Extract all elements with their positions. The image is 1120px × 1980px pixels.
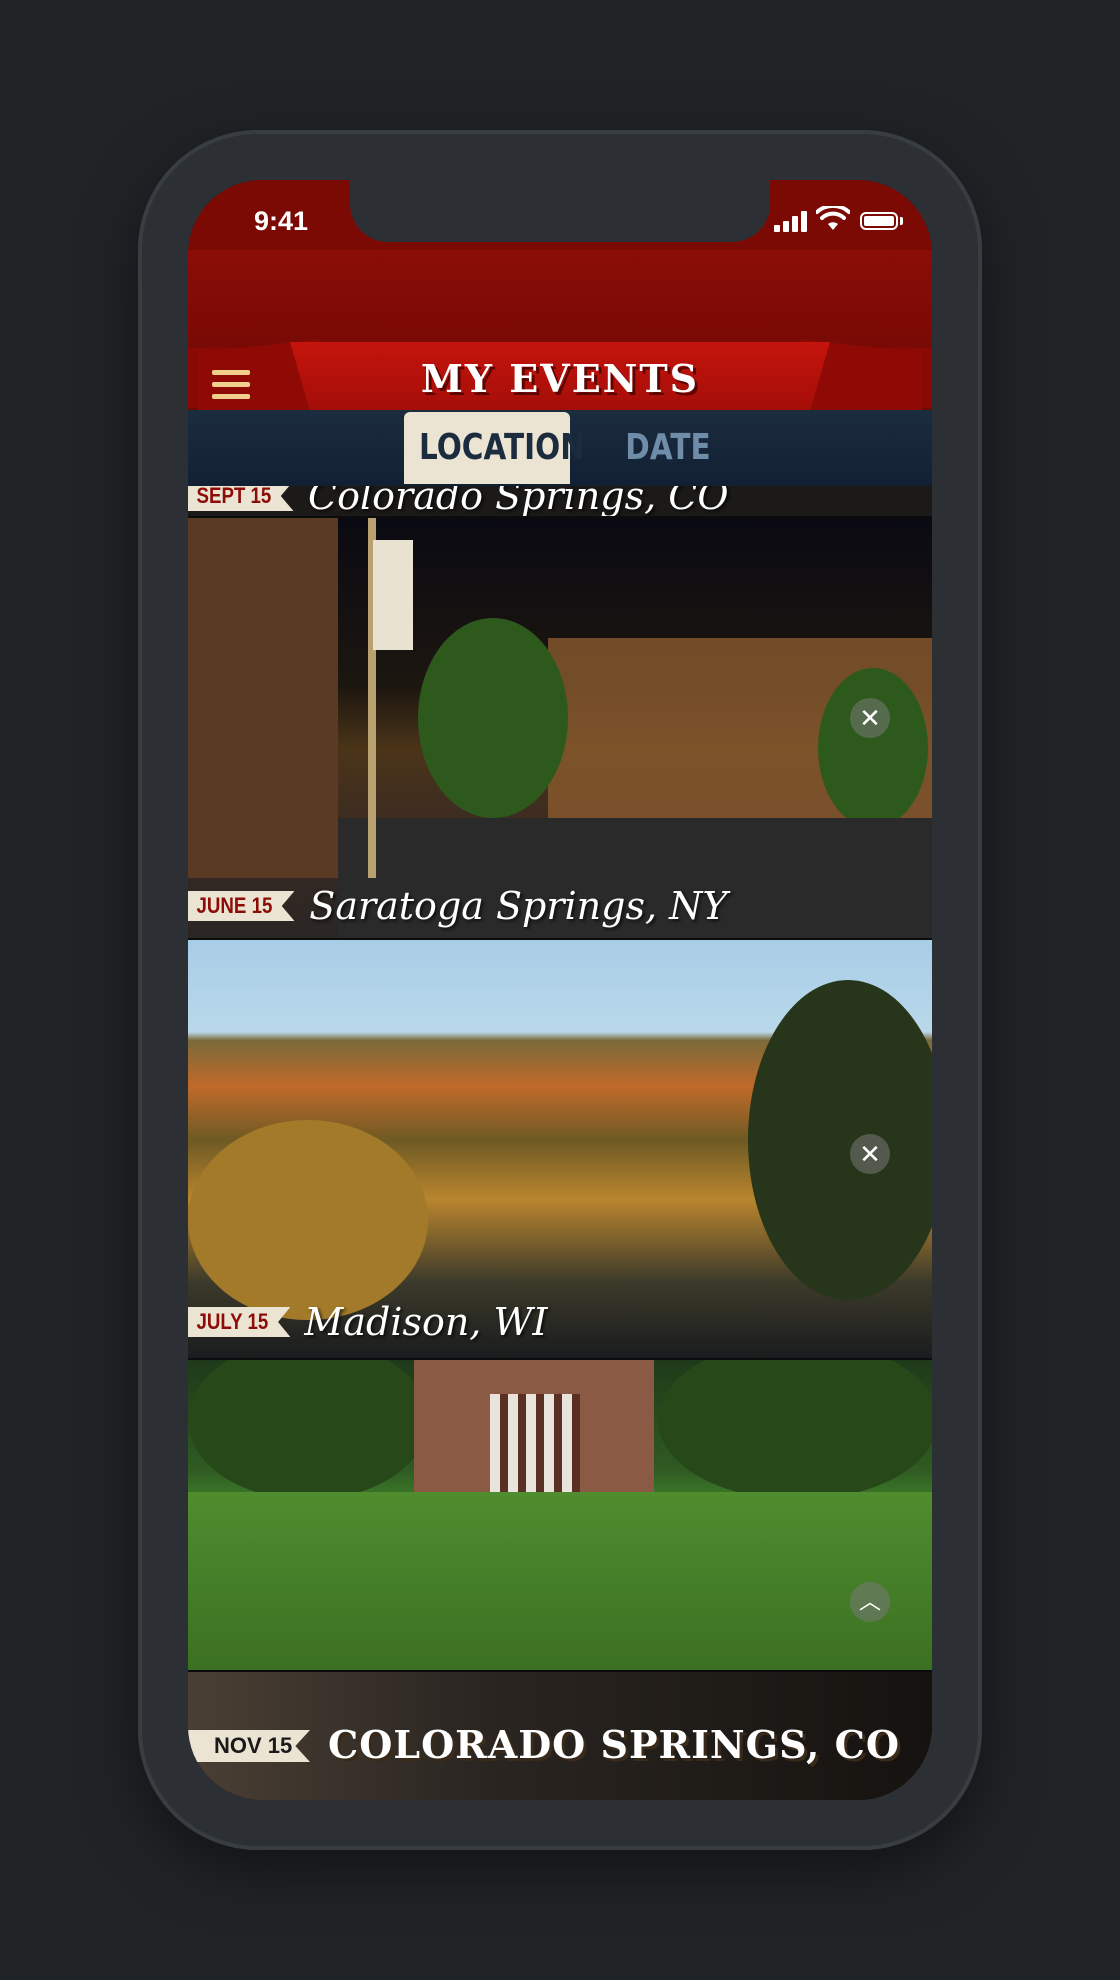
event-date-tag: NOV 15 [188,1730,310,1762]
close-icon[interactable]: ✕ [850,698,890,738]
close-icon[interactable]: ✕ [850,1134,890,1174]
event-label: SEPT 15 Colorado Springs, CO [188,486,729,516]
notch [350,180,770,242]
roadside-tree [748,980,932,1300]
event-card-partial[interactable]: SEPT 15 Colorado Springs, CO [188,486,932,516]
battery-icon [860,212,898,230]
building-left [188,518,338,878]
app-header: MY EVENTS [188,250,932,423]
street-tree [418,618,568,818]
street-tree [818,668,928,828]
hamburger-menu-icon[interactable] [212,370,250,400]
app-screen: 9:41 MY EVENTS LOCATION DATE SEPT 15 Col… [188,180,932,1800]
battery-tip [900,217,903,225]
tab-date[interactable]: DATE [611,412,726,484]
status-bar: 9:41 [188,180,932,250]
wifi-icon [816,206,850,230]
event-label: JULY 15 Madison, WI [188,1300,548,1344]
page-title: MY EVENTS [420,356,700,401]
status-time: 9:41 [254,206,309,236]
campus-tree [188,1360,428,1500]
street-banner [373,540,413,650]
event-place: Saratoga Springs, NY [309,884,728,928]
event-place: Colorado Springs, CO [308,486,729,516]
event-card-saratoga[interactable]: ✕ JUNE 15 Saratoga Springs, NY [188,518,932,938]
events-list[interactable]: SEPT 15 Colorado Springs, CO ✕ JUNE 15 S… [188,486,932,1800]
event-date-tag: JUNE 15 [188,891,295,921]
event-card-madison[interactable]: ✕ JULY 15 Madison, WI [188,940,932,1358]
lawn [188,1492,932,1670]
chevron-up-icon[interactable]: ︿ [850,1582,890,1622]
event-date-tag: SEPT 15 [188,486,294,511]
campus-tree [658,1360,932,1500]
hall-columns [490,1394,580,1494]
tab-location-label[interactable]: LOCATION [419,412,585,484]
autumn-tree [188,1120,428,1320]
event-label: JUNE 15 Saratoga Springs, NY [188,884,727,928]
event-place: Madison, WI [304,1300,548,1344]
signal-icon [774,210,808,232]
event-place: COLORADO SPRINGS, CO [328,1722,900,1767]
event-card-campus[interactable]: ︿ [188,1360,932,1670]
event-date-tag: JULY 15 [188,1307,291,1337]
